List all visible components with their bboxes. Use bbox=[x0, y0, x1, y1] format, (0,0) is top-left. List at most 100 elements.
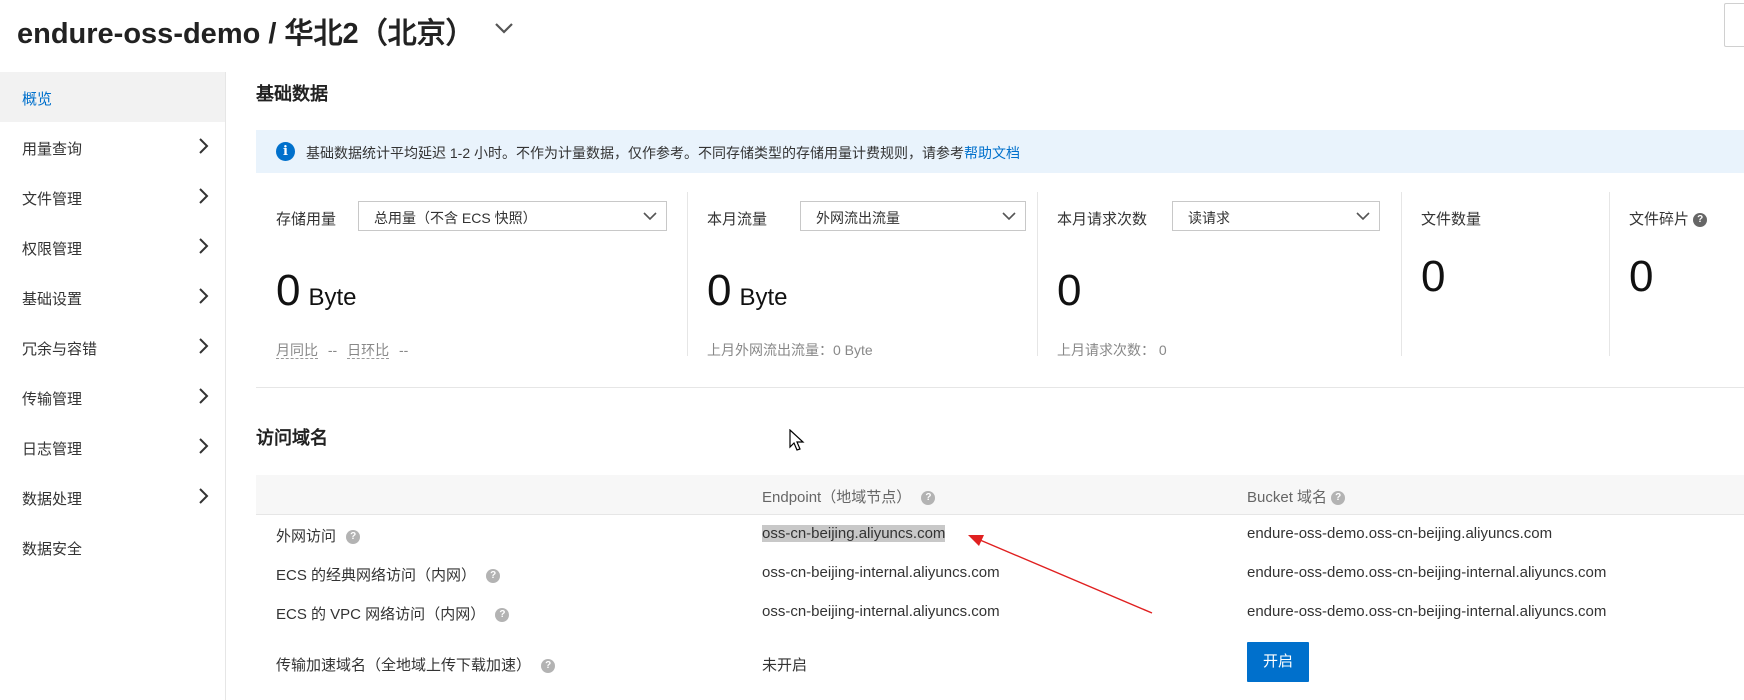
sidebar-item-data-processing[interactable]: 数据处理 bbox=[0, 472, 225, 522]
enable-acceleration-button[interactable]: 开启 bbox=[1247, 642, 1309, 682]
selected-text: oss-cn-beijing.aliyuncs.com bbox=[762, 525, 946, 542]
help-icon[interactable]: ? bbox=[921, 491, 936, 506]
fragments-label-text: 文件碎片 bbox=[1629, 211, 1690, 228]
info-icon: i bbox=[276, 142, 295, 161]
sidebar-item-basic-settings[interactable]: 基础设置 bbox=[0, 272, 225, 322]
sidebar-item-label: 概览 bbox=[22, 91, 53, 108]
bucket-domain-value[interactable]: endure-oss-demo.oss-cn-beijing.aliyuncs.… bbox=[1247, 525, 1552, 542]
table-row: 传输加速域名（全地域上传下载加速） ? 未开启 开启 bbox=[256, 632, 1744, 692]
header-action-button[interactable] bbox=[1724, 3, 1744, 47]
sidebar-item-label: 数据安全 bbox=[22, 541, 83, 558]
sidebar-item-permission-management[interactable]: 权限管理 bbox=[0, 222, 225, 272]
file-count-metric: 文件数量 0 bbox=[1402, 192, 1608, 324]
sidebar-item-usage-query[interactable]: 用量查询 bbox=[0, 122, 225, 172]
mom-value: -- bbox=[399, 342, 409, 358]
info-notice: i 基础数据统计平均延迟 1-2 小时。不作为计量数据，仅作参考。不同存储类型的… bbox=[256, 130, 1744, 173]
fragments-value: 0 bbox=[1629, 252, 1654, 301]
select-value: 读请求 bbox=[1188, 210, 1230, 226]
table-header: Endpoint（地域节点） ? Bucket 域名 ? bbox=[256, 475, 1744, 515]
section-divider bbox=[256, 387, 1744, 388]
yoy-label: 月同比 bbox=[276, 342, 318, 359]
storage-number: 0 bbox=[276, 266, 301, 315]
notice-text: 基础数据统计平均延迟 1-2 小时。不作为计量数据，仅作参考。不同存储类型的存储… bbox=[306, 143, 1020, 163]
chevron-down-icon bbox=[643, 212, 657, 221]
row-name: ECS 的 VPC 网络访问（内网） ? bbox=[276, 603, 510, 624]
requests-label: 本月请求次数 bbox=[1057, 211, 1148, 228]
row-label: ECS 的经典网络访问（内网） bbox=[276, 567, 477, 584]
yoy-value: -- bbox=[327, 342, 338, 358]
table-row: ECS 的 VPC 网络访问（内网） ? oss-cn-beijing-inte… bbox=[256, 593, 1744, 632]
sidebar-item-file-management[interactable]: 文件管理 bbox=[0, 172, 225, 222]
help-icon[interactable]: ? bbox=[1331, 491, 1346, 506]
page-title: endure-oss-demo / 华北2（北京） bbox=[17, 18, 475, 50]
main-content: 基础数据 i 基础数据统计平均延迟 1-2 小时。不作为计量数据，仅作参考。不同… bbox=[256, 64, 1744, 700]
sidebar-item-label: 数据处理 bbox=[22, 491, 83, 508]
endpoint-value[interactable]: oss-cn-beijing-internal.aliyuncs.com bbox=[762, 564, 1000, 581]
help-icon[interactable]: ? bbox=[1693, 213, 1708, 228]
row-label: 外网访问 bbox=[276, 528, 337, 545]
requests-metric: 本月请求次数 读请求 0 上月请求次数： 0 bbox=[1038, 192, 1402, 358]
help-icon[interactable]: ? bbox=[495, 608, 510, 623]
traffic-last-month: 上月外网流出流量：0 Byte bbox=[707, 342, 873, 358]
fragments-label: 文件碎片 ? bbox=[1629, 208, 1708, 229]
chevron-down-icon bbox=[1356, 212, 1370, 221]
file-count-label: 文件数量 bbox=[1421, 211, 1482, 228]
row-name: ECS 的经典网络访问（内网） ? bbox=[276, 564, 501, 585]
row-label: ECS 的 VPC 网络访问（内网） bbox=[276, 606, 486, 623]
select-value: 外网流出流量 bbox=[816, 210, 900, 226]
basic-data-title: 基础数据 bbox=[256, 84, 328, 104]
chevron-right-icon bbox=[199, 138, 209, 154]
access-domain-title: 访问域名 bbox=[256, 428, 328, 448]
storage-label: 存储用量 bbox=[276, 211, 337, 228]
fragments-metric: 文件碎片 ? 0 bbox=[1610, 192, 1744, 324]
chevron-right-icon bbox=[199, 238, 209, 254]
chevron-right-icon bbox=[199, 488, 209, 504]
sidebar-item-label: 权限管理 bbox=[22, 241, 83, 258]
endpoint-column-header: Endpoint（地域节点） ? bbox=[762, 486, 936, 507]
sidebar-item-data-security[interactable]: 数据安全 bbox=[0, 522, 225, 572]
sidebar-item-label: 冗余与容错 bbox=[22, 341, 98, 358]
metrics-panel: 存储用量 总用量（不含 ECS 快照） 0 Byte 月同比 -- 日环比 -- … bbox=[256, 192, 1744, 359]
chevron-down-icon[interactable] bbox=[493, 17, 515, 39]
traffic-number: 0 bbox=[707, 266, 732, 315]
row-name: 外网访问 ? bbox=[276, 525, 361, 546]
sidebar-item-redundancy[interactable]: 冗余与容错 bbox=[0, 322, 225, 372]
requests-value: 0 bbox=[1057, 266, 1082, 315]
help-icon[interactable]: ? bbox=[541, 659, 556, 674]
endpoint-value[interactable]: oss-cn-beijing.aliyuncs.com bbox=[762, 525, 946, 542]
table-row: ECS 的经典网络访问（内网） ? oss-cn-beijing-interna… bbox=[256, 554, 1744, 593]
chevron-down-icon bbox=[1002, 212, 1016, 221]
chevron-right-icon bbox=[199, 438, 209, 454]
table-row: 外网访问 ? oss-cn-beijing.aliyuncs.com endur… bbox=[256, 515, 1744, 554]
sidebar-item-label: 文件管理 bbox=[22, 191, 83, 208]
acceleration-status: 未开启 bbox=[762, 657, 808, 674]
help-doc-link[interactable]: 帮助文档 bbox=[964, 145, 1020, 161]
row-name: 传输加速域名（全地域上传下载加速） ? bbox=[276, 654, 556, 675]
traffic-type-select[interactable]: 外网流出流量 bbox=[800, 201, 1026, 231]
oss-overview-page: endure-oss-demo / 华北2（北京） 概览 用量查询 文件管理 权… bbox=[0, 0, 1744, 700]
chevron-right-icon bbox=[199, 388, 209, 404]
page-header: endure-oss-demo / 华北2（北京） bbox=[0, 0, 1744, 64]
storage-unit: Byte bbox=[308, 284, 357, 311]
traffic-metric: 本月流量 外网流出流量 0 Byte 上月外网流出流量：0 Byte bbox=[688, 192, 1038, 358]
file-count-value: 0 bbox=[1421, 252, 1446, 301]
bucket-domain-value[interactable]: endure-oss-demo.oss-cn-beijing-internal.… bbox=[1247, 564, 1606, 581]
sidebar-item-label: 传输管理 bbox=[22, 391, 83, 408]
select-value: 总用量（不含 ECS 快照） bbox=[374, 210, 537, 226]
column-label: Bucket 域名 bbox=[1247, 489, 1328, 506]
bucket-domain-value[interactable]: endure-oss-demo.oss-cn-beijing-internal.… bbox=[1247, 603, 1606, 620]
storage-type-select[interactable]: 总用量（不含 ECS 快照） bbox=[358, 201, 667, 231]
storage-metric: 存储用量 总用量（不含 ECS 快照） 0 Byte 月同比 -- 日环比 -- bbox=[256, 192, 686, 359]
traffic-label: 本月流量 bbox=[707, 211, 768, 228]
sidebar-item-log-management[interactable]: 日志管理 bbox=[0, 422, 225, 472]
column-label: Endpoint（地域节点） bbox=[762, 489, 912, 506]
help-icon[interactable]: ? bbox=[346, 530, 361, 545]
sidebar-item-label: 基础设置 bbox=[22, 291, 83, 308]
chevron-right-icon bbox=[199, 288, 209, 304]
sidebar-item-transfer-management[interactable]: 传输管理 bbox=[0, 372, 225, 422]
endpoint-value[interactable]: oss-cn-beijing-internal.aliyuncs.com bbox=[762, 603, 1000, 620]
request-type-select[interactable]: 读请求 bbox=[1172, 201, 1380, 231]
sidebar-item-overview[interactable]: 概览 bbox=[0, 72, 225, 122]
help-icon[interactable]: ? bbox=[486, 569, 501, 584]
storage-compare: 月同比 -- 日环比 -- bbox=[276, 340, 408, 360]
